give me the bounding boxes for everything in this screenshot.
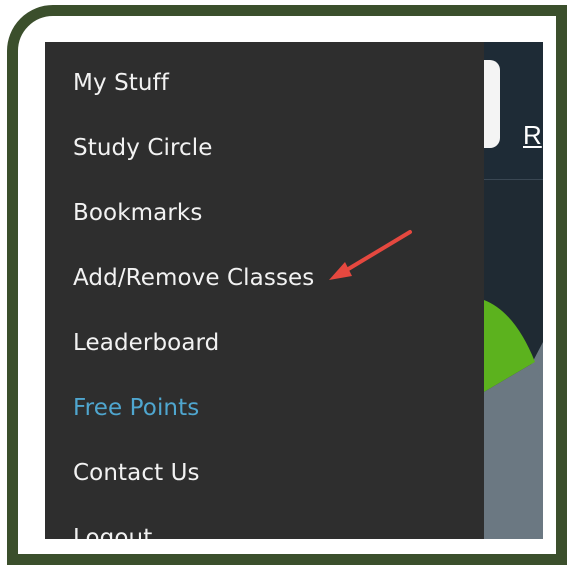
menu-item-free-points[interactable]: Free Points — [73, 395, 199, 421]
pie-slice-green — [484, 300, 535, 392]
side-menu: My Stuff Study Circle Bookmarks Add/Remo… — [45, 42, 484, 539]
menu-item-bookmarks[interactable]: Bookmarks — [73, 200, 202, 226]
menu-item-leaderboard[interactable]: Leaderboard — [73, 330, 219, 356]
menu-item-add-remove-classes[interactable]: Add/Remove Classes — [73, 265, 314, 291]
menu-item-logout[interactable]: Logout — [73, 525, 152, 539]
app-screen: R My Stuff Study Circle Bookmarks Add/Re… — [45, 42, 543, 539]
pie-slice-gray-body — [484, 392, 543, 539]
menu-item-my-stuff[interactable]: My Stuff — [73, 70, 169, 96]
menu-item-study-circle[interactable]: Study Circle — [73, 135, 213, 161]
header-link[interactable]: R — [523, 120, 542, 151]
menu-item-contact-us[interactable]: Contact Us — [73, 460, 200, 486]
pie-slice-gray-top — [484, 362, 543, 539]
pie-slice-gray — [475, 342, 543, 539]
